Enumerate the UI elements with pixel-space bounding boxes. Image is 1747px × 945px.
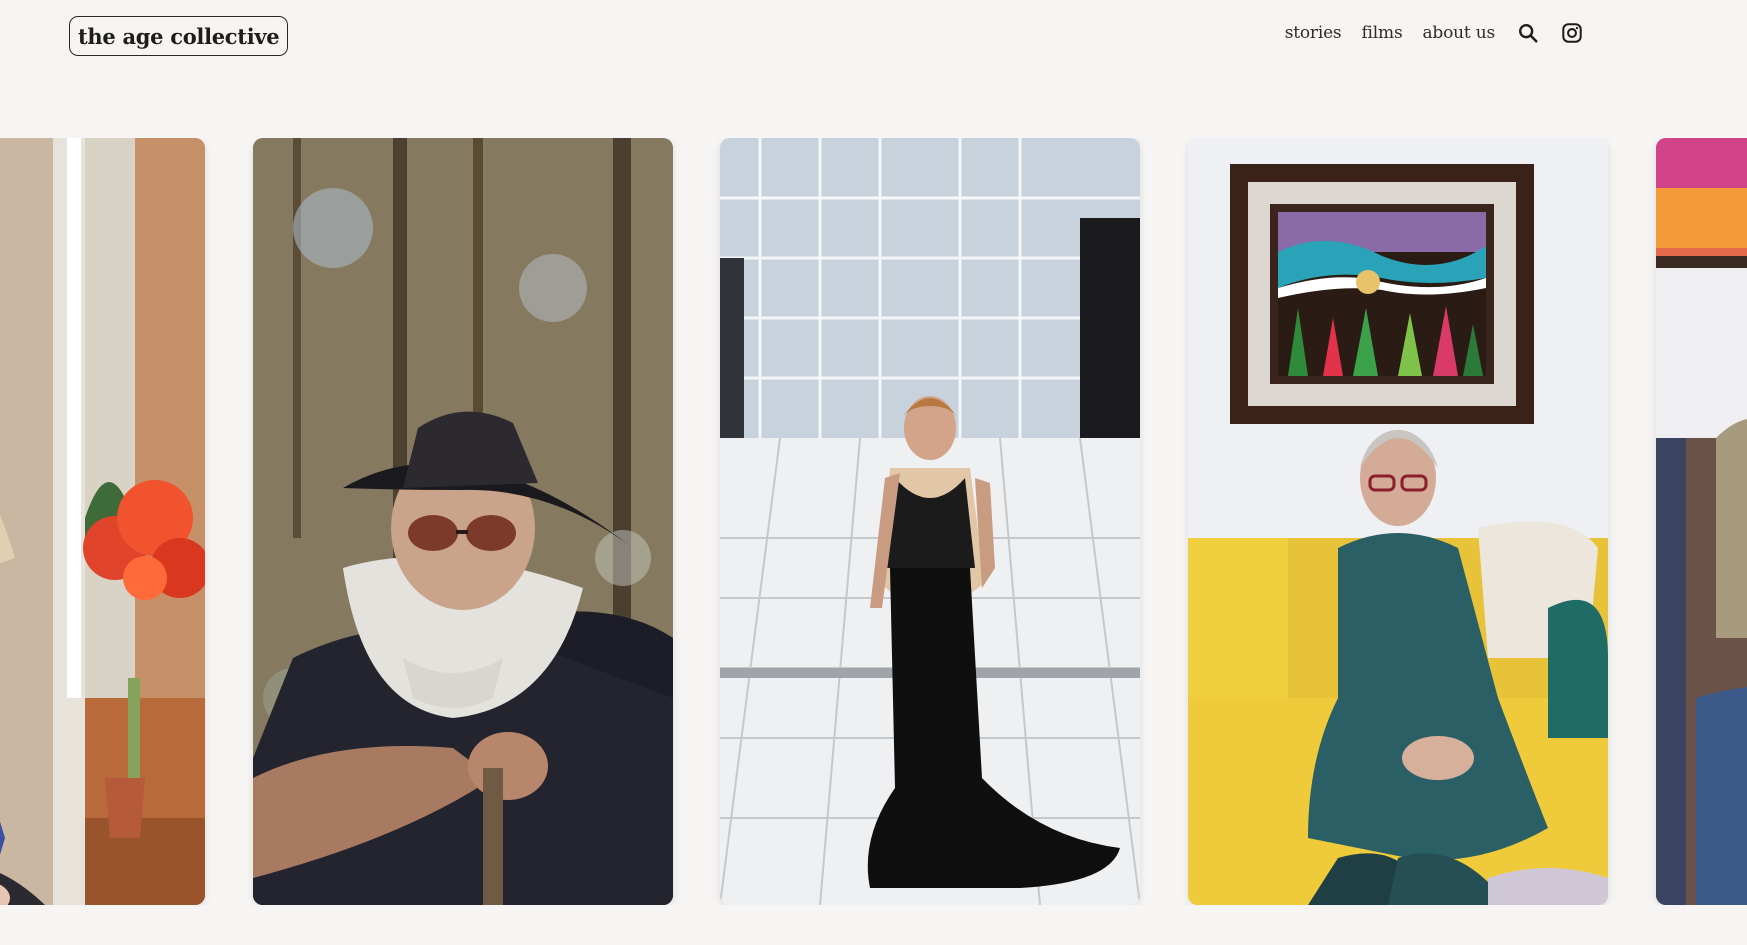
story-card[interactable] bbox=[1188, 138, 1608, 905]
portrait-woman-with-flowers-image bbox=[0, 138, 205, 905]
site-header: the age collective stories films about u… bbox=[0, 0, 1747, 80]
portrait-woman-in-black-gown-image bbox=[720, 138, 1140, 905]
main-nav: stories films about us bbox=[1285, 22, 1583, 44]
portrait-person-on-sofa-image bbox=[1656, 138, 1747, 905]
nav-item-stories[interactable]: stories bbox=[1285, 23, 1342, 43]
instagram-icon[interactable] bbox=[1561, 22, 1583, 44]
portrait-bearded-man-with-hat-image bbox=[253, 138, 673, 905]
story-card[interactable] bbox=[720, 138, 1140, 905]
site-logo[interactable]: the age collective bbox=[69, 16, 289, 56]
story-card[interactable] bbox=[0, 138, 205, 905]
nav-item-films[interactable]: films bbox=[1361, 23, 1402, 43]
nav-item-about-us[interactable]: about us bbox=[1422, 23, 1495, 43]
story-card[interactable] bbox=[253, 138, 673, 905]
portrait-woman-on-yellow-sofa-image bbox=[1188, 138, 1608, 905]
story-card[interactable] bbox=[1656, 138, 1747, 905]
search-icon[interactable] bbox=[1517, 22, 1539, 44]
portrait-carousel bbox=[0, 138, 1747, 905]
